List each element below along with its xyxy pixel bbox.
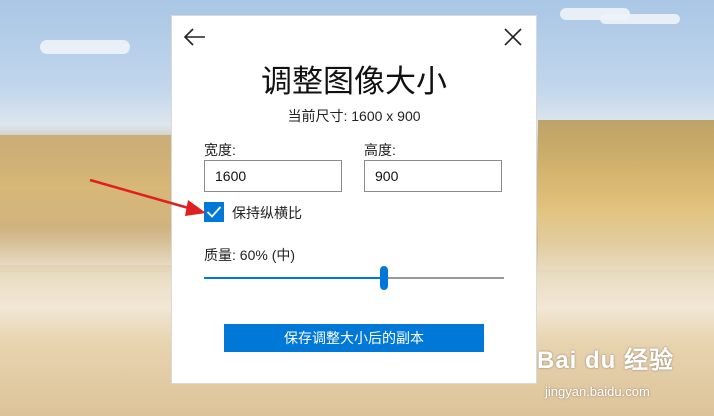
slider-thumb[interactable] [380,266,388,290]
keep-aspect-ratio-label[interactable]: 保持纵横比 [232,203,302,223]
current-size-text: 当前尺寸: 1600 x 900 [287,108,421,124]
watermark-logo: Bai du 经验 [536,347,674,374]
close-button[interactable] [498,22,528,52]
quality-label: 质量: 60% (中) [204,247,296,263]
baidu-watermark: Bai du 经验 jingyan.baidu.com [536,340,674,399]
background-trees-right [538,120,714,270]
arrow-left-icon [184,28,205,46]
watermark-url: jingyan.baidu.com [544,384,650,399]
width-label: 宽度: [204,142,236,158]
slider-track-fill [204,277,384,279]
dialog-title: 调整图像大小 [261,64,447,99]
close-icon [504,28,522,46]
back-button[interactable] [180,22,210,52]
resize-image-dialog: 调整图像大小 当前尺寸: 1600 x 900 宽度: 高度: 保持纵横比 质量… [172,16,536,383]
height-input[interactable] [364,160,502,192]
slider-track-remaining [384,277,504,279]
annotation-arrow [89,178,206,216]
checkmark-icon [206,206,222,218]
height-label: 高度: [364,142,396,158]
width-input[interactable] [204,160,342,192]
background-cloud [40,40,130,54]
quality-slider[interactable] [204,266,504,290]
save-resized-copy-button[interactable]: 保存调整大小后的副本 [224,324,484,352]
background-cloud [600,14,680,24]
